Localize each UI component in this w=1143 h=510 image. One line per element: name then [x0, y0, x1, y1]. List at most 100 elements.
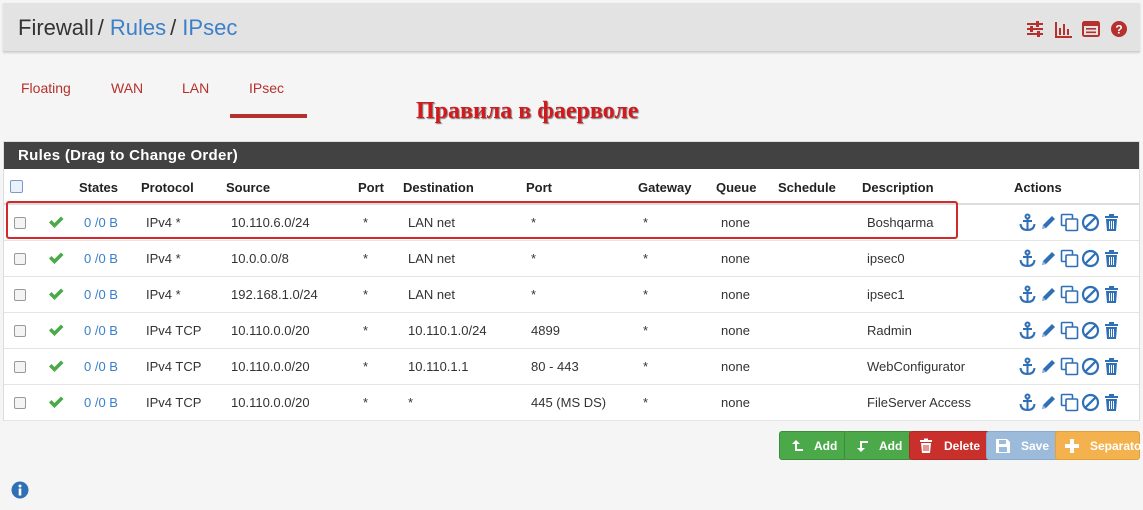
disable-icon[interactable] [1081, 357, 1100, 376]
rule-queue: none [721, 251, 750, 266]
copy-icon[interactable] [1060, 321, 1079, 340]
rule-source-port: * [363, 215, 369, 230]
rule-destination-port: * [531, 287, 537, 302]
trash-icon[interactable] [1102, 213, 1121, 232]
copy-icon[interactable] [1060, 357, 1079, 376]
anchor-icon[interactable] [1018, 213, 1037, 232]
delete-button[interactable]: Delete [909, 431, 992, 460]
add-bottom-button[interactable]: Add [844, 431, 914, 460]
rule-source: 10.110.0.0/20 [231, 323, 310, 338]
rule-states[interactable]: 0 /0 B [84, 395, 118, 410]
trash-icon [918, 438, 934, 454]
rule-protocol: IPv4 TCP [146, 359, 202, 374]
tab-lan[interactable]: LAN [182, 80, 209, 96]
sliders-icon[interactable] [1026, 20, 1044, 38]
rule-states[interactable]: 0 /0 B [84, 323, 118, 338]
anchor-icon[interactable] [1018, 249, 1037, 268]
col-destination: Destination [403, 180, 474, 195]
trash-icon[interactable] [1102, 393, 1121, 412]
help-icon[interactable]: ? [1110, 20, 1128, 38]
edit-icon[interactable] [1039, 249, 1058, 268]
copy-icon[interactable] [1060, 285, 1079, 304]
row-actions [1018, 285, 1121, 304]
row-actions [1018, 249, 1121, 268]
trash-icon[interactable] [1102, 285, 1121, 304]
row-checkbox[interactable] [14, 253, 26, 265]
copy-icon[interactable] [1060, 213, 1079, 232]
save-button[interactable]: Save [986, 431, 1061, 460]
rule-description: WebConfigurator [867, 359, 966, 374]
rule-queue: none [721, 395, 750, 410]
edit-icon[interactable] [1039, 285, 1058, 304]
rule-destination: * [408, 395, 414, 410]
copy-icon[interactable] [1060, 249, 1079, 268]
col-destination-port: Port [526, 180, 552, 195]
table-header: States Protocol Source Port Destination … [4, 169, 1139, 205]
rule-gateway: * [643, 323, 649, 338]
tab-ipsec[interactable]: IPsec [229, 80, 308, 118]
rule-gateway: * [643, 215, 649, 230]
rule-states[interactable]: 0 /0 B [84, 215, 118, 230]
plus-icon [1064, 438, 1080, 454]
disable-icon[interactable] [1081, 321, 1100, 340]
list-icon[interactable] [1082, 20, 1100, 38]
rule-destination: 10.110.1.0/24 [408, 323, 487, 338]
row-checkbox[interactable] [14, 289, 26, 301]
table-row[interactable]: 0 /0 B IPv4 * 10.0.0.0/8 * LAN net * * none ipse… [4, 241, 1139, 277]
add-top-button[interactable]: Add [779, 431, 849, 460]
trash-icon[interactable] [1102, 249, 1121, 268]
enabled-check-icon [47, 393, 65, 411]
breadcrumb: Firewall / Rules / IPsec [18, 15, 238, 40]
table-row[interactable]: 0 /0 B IPv4 * 10.110.6.0/24 * LAN net * * none B… [4, 205, 1139, 241]
row-actions [1018, 213, 1121, 232]
col-queue: Queue [716, 180, 757, 195]
svg-text:?: ? [1115, 23, 1122, 37]
rule-gateway: * [643, 395, 649, 410]
disable-icon[interactable] [1081, 393, 1100, 412]
rule-states[interactable]: 0 /0 B [84, 359, 118, 374]
anchor-icon[interactable] [1018, 357, 1037, 376]
select-all-checkbox[interactable] [10, 180, 23, 193]
tab-wan[interactable]: WAN [111, 80, 143, 96]
anchor-icon[interactable] [1018, 285, 1037, 304]
rule-source-port: * [363, 251, 369, 266]
breadcrumb-ipsec-link[interactable]: IPsec [182, 15, 237, 40]
disable-icon[interactable] [1081, 213, 1100, 232]
rule-protocol: IPv4 * [146, 251, 181, 266]
breadcrumb-rules-link[interactable]: Rules [110, 15, 166, 40]
trash-icon[interactable] [1102, 321, 1121, 340]
rule-destination: LAN net [408, 215, 455, 230]
bar-chart-icon[interactable] [1054, 20, 1072, 38]
col-states: States [79, 180, 119, 195]
copy-icon[interactable] [1060, 393, 1079, 412]
edit-icon[interactable] [1039, 393, 1058, 412]
trash-icon[interactable] [1102, 357, 1121, 376]
disable-icon[interactable] [1081, 285, 1100, 304]
anchor-icon[interactable] [1018, 321, 1037, 340]
table-row[interactable]: 0 /0 B IPv4 TCP 10.110.0.0/20 * 10.110.1.1 80… [4, 349, 1139, 385]
row-checkbox[interactable] [14, 325, 26, 337]
rule-description: ipsec1 [867, 287, 905, 302]
row-checkbox[interactable] [14, 217, 26, 229]
row-checkbox[interactable] [14, 397, 26, 409]
enabled-check-icon [47, 213, 65, 231]
rule-gateway: * [643, 287, 649, 302]
info-icon[interactable] [11, 481, 29, 499]
rule-source: 10.110.0.0/20 [231, 395, 310, 410]
rule-states[interactable]: 0 /0 B [84, 251, 118, 266]
save-label: Save [1021, 438, 1050, 453]
edit-icon[interactable] [1039, 213, 1058, 232]
tab-floating[interactable]: Floating [21, 80, 71, 96]
rule-states[interactable]: 0 /0 B [84, 287, 118, 302]
edit-icon[interactable] [1039, 357, 1058, 376]
row-checkbox[interactable] [14, 361, 26, 373]
anchor-icon[interactable] [1018, 393, 1037, 412]
table-row[interactable]: 0 /0 B IPv4 TCP 10.110.0.0/20 * * 445 (MS DS)… [4, 385, 1139, 421]
separator-button[interactable]: Separator [1055, 431, 1143, 460]
rule-description: FileServer Access [867, 395, 972, 410]
table-row[interactable]: 0 /0 B IPv4 TCP 10.110.0.0/20 * 10.110.1.0/2… [4, 313, 1139, 349]
disable-icon[interactable] [1081, 249, 1100, 268]
delete-label: Delete [944, 438, 981, 453]
edit-icon[interactable] [1039, 321, 1058, 340]
table-row[interactable]: 0 /0 B IPv4 * 192.168.1.0/24 * LAN net * * none… [4, 277, 1139, 313]
